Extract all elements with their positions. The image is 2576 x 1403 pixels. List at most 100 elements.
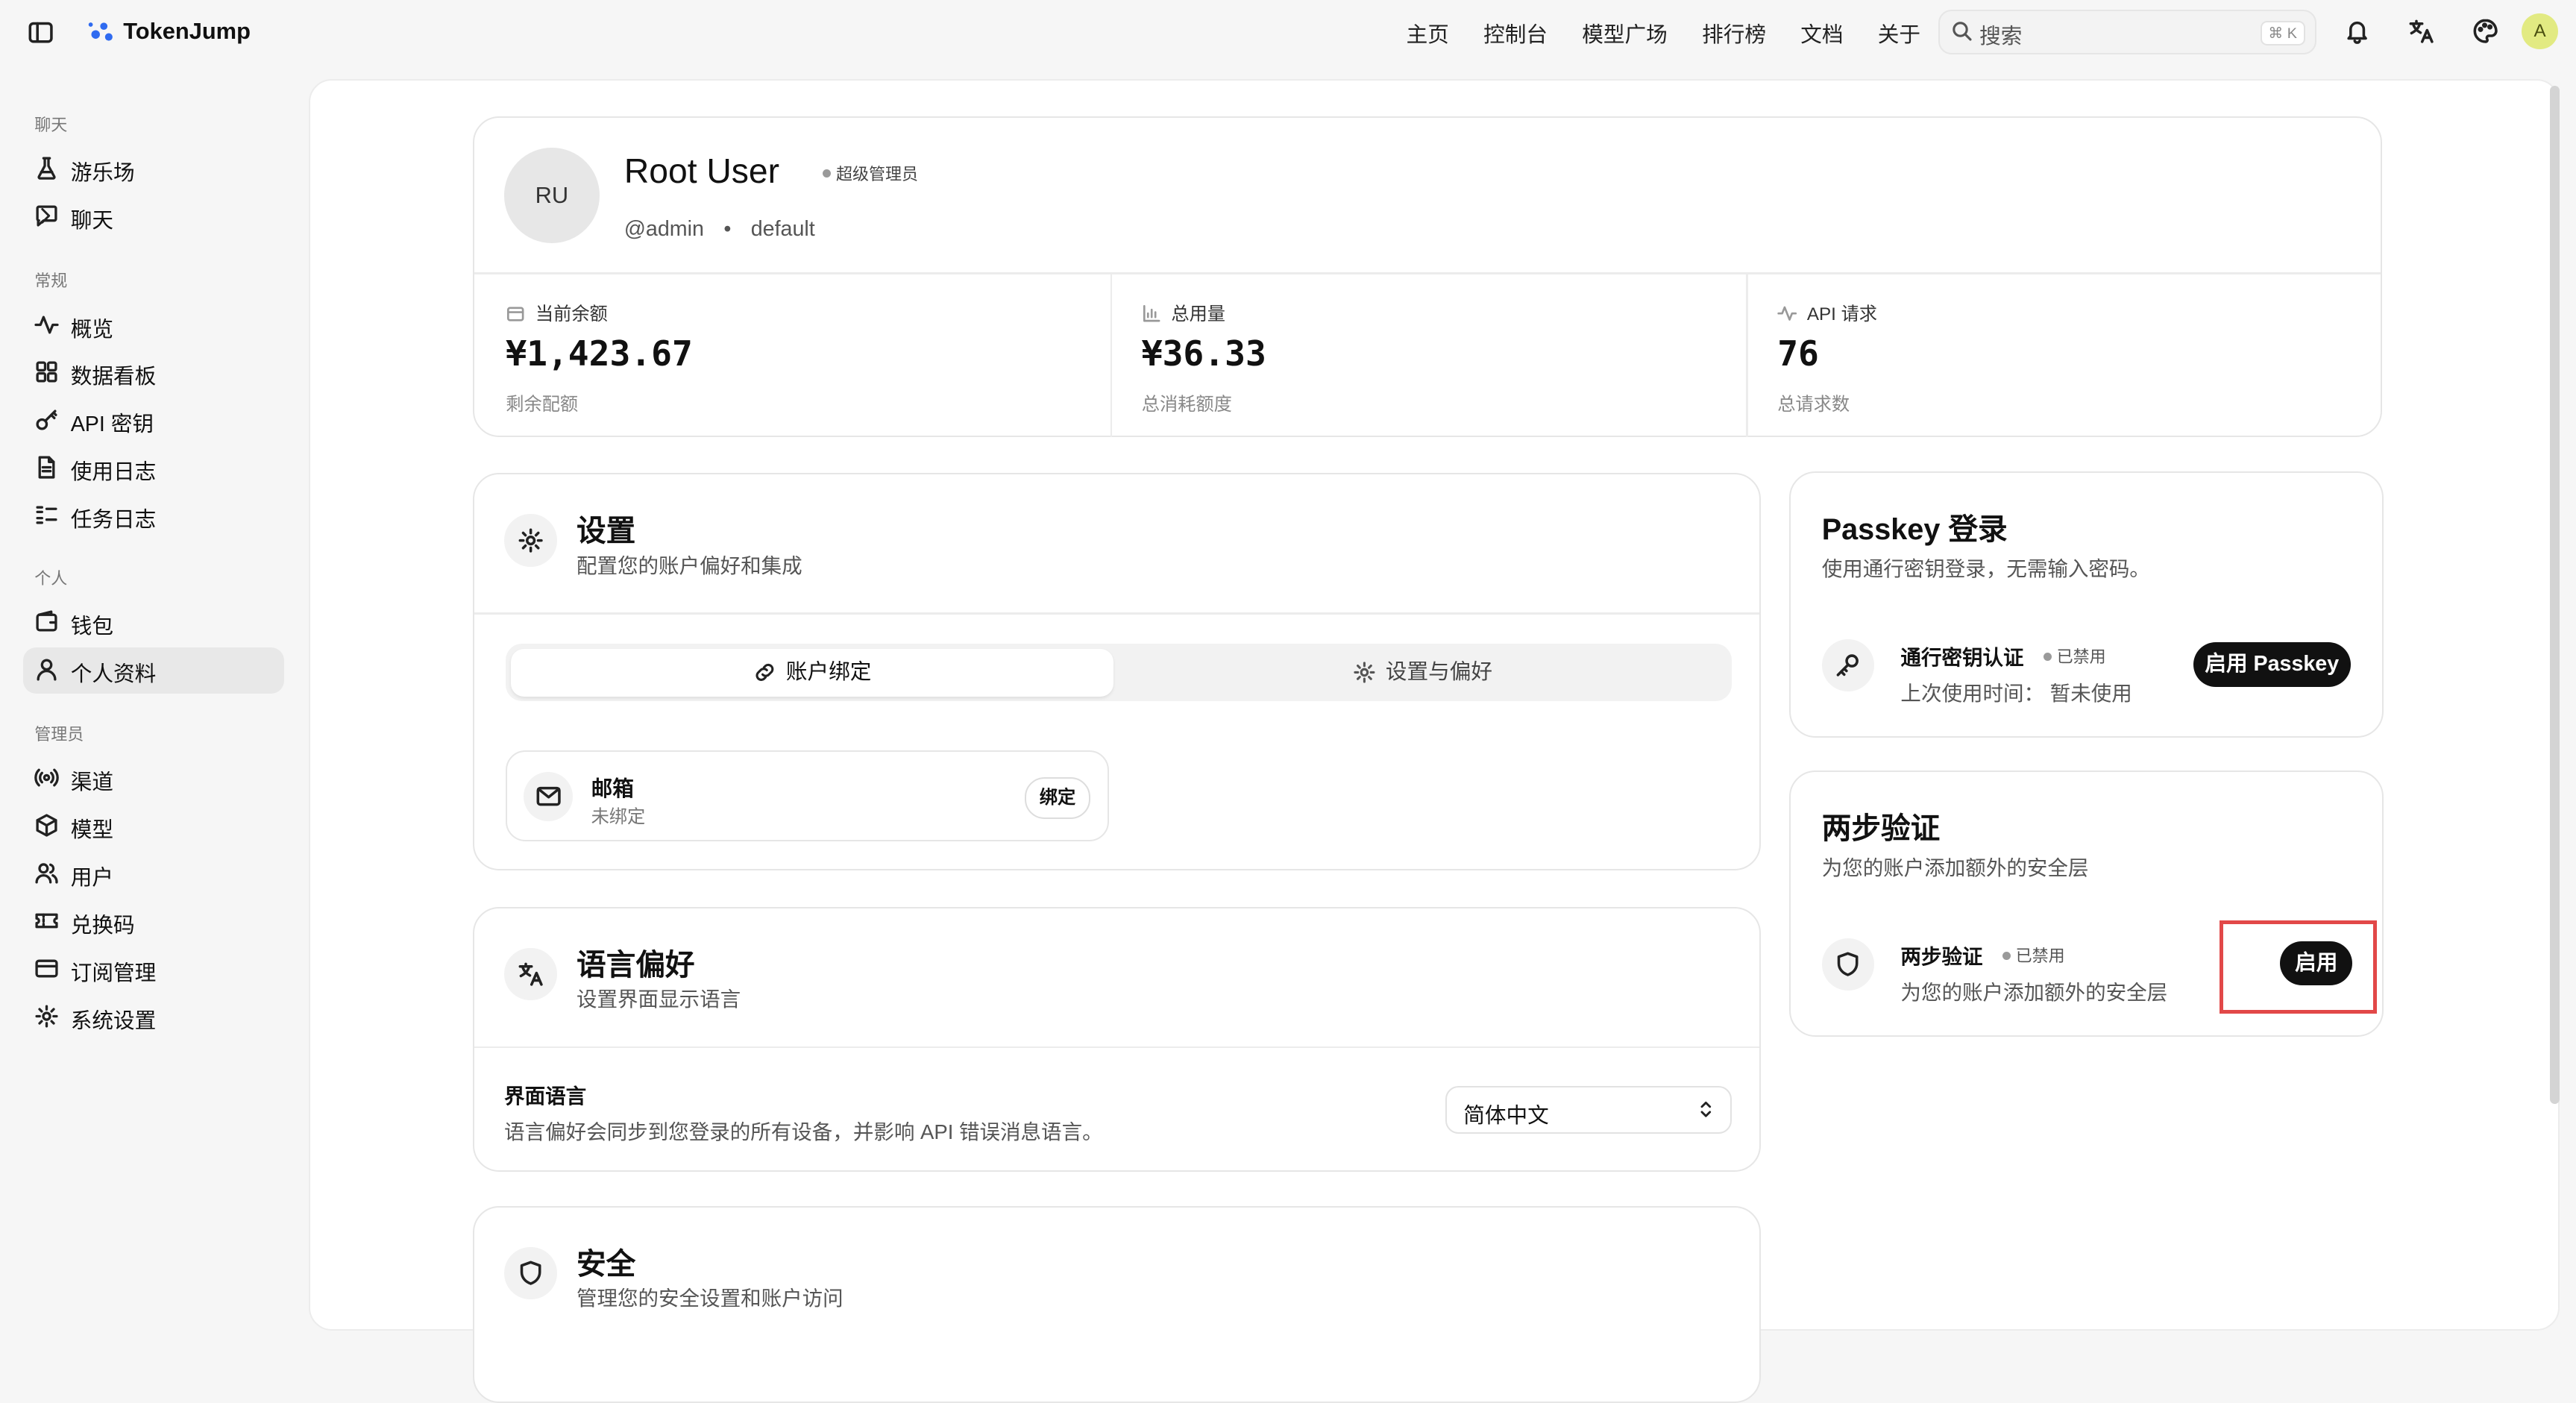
- twofa-title: 两步验证: [1821, 812, 1941, 846]
- translate-icon: [504, 947, 557, 1001]
- sidebar-item-system-settings[interactable]: 系统设置: [23, 994, 284, 1041]
- nav-model-square[interactable]: 模型广场: [1582, 18, 1668, 48]
- passkey-card: Passkey 登录 使用通行密钥登录，无需输入密码。 通行密钥认证 已禁用 上…: [1788, 471, 2384, 738]
- gear-icon: [504, 514, 557, 567]
- profile-meta-separator: •: [723, 216, 732, 241]
- translate-icon[interactable]: [2408, 18, 2434, 44]
- palette-icon[interactable]: [2472, 18, 2498, 44]
- profile-username: @admin: [623, 216, 704, 241]
- tab-settings-preferences[interactable]: 设置与偏好: [1119, 649, 1727, 697]
- sidebar-item-label: 订阅管理: [70, 961, 157, 985]
- settings-title: 设置: [576, 515, 636, 548]
- ui-language-desc: 语言偏好会同步到您登录的所有设备，并影响 API 错误消息语言。: [504, 1120, 1103, 1144]
- sidebar-group-chat: 聊天: [34, 115, 68, 134]
- user-avatar[interactable]: A: [2522, 13, 2558, 50]
- stat-label: 总用量: [1171, 304, 1226, 324]
- activity-icon: [1777, 306, 1797, 321]
- sidebar-item-profile[interactable]: 个人资料: [22, 647, 285, 694]
- sidebar-item-label: 兑换码: [70, 914, 135, 938]
- sidebar-item-label: API 密钥: [70, 412, 154, 437]
- stat-label: 当前余额: [535, 304, 608, 324]
- language-title: 语言偏好: [576, 948, 695, 982]
- key-icon: [1821, 638, 1875, 692]
- sidebar-toggle-icon[interactable]: [28, 19, 54, 45]
- key-icon: [36, 409, 57, 430]
- stat-total-usage: 总用量 ¥36.33 总消耗额度: [1110, 274, 1746, 437]
- sidebar-item-usage-logs[interactable]: 使用日志: [23, 445, 284, 492]
- profile-avatar: RU: [504, 148, 600, 243]
- brand-logo-icon: [86, 16, 116, 46]
- nav-home[interactable]: 主页: [1407, 18, 1449, 48]
- stat-sub: 总请求数: [1777, 394, 1850, 415]
- settings-card: 设置 配置您的账户偏好和集成 账户绑定 设置与偏好 邮箱 未绑定 绑定: [473, 473, 1762, 871]
- sidebar-item-label: 数据看板: [70, 365, 157, 389]
- sidebar-item-label: 用户: [70, 866, 113, 891]
- twofa-item-desc: 为您的账户添加额外的安全层: [1900, 981, 2168, 1005]
- profile-card: RU Root User 超级管理员 @admin • default 当前余额 ¥…: [473, 116, 2383, 437]
- sidebar-group-admin: 管理员: [34, 725, 84, 744]
- tab-label: 设置与偏好: [1385, 659, 1492, 684]
- sidebar-item-channels[interactable]: 渠道: [23, 756, 284, 802]
- gear-icon: [35, 1005, 58, 1028]
- section-divider: [474, 1046, 1760, 1049]
- search-input[interactable]: 搜索 ⌘ K: [1938, 10, 2316, 54]
- stat-balance: 当前余额 ¥1,423.67 剩余配额: [474, 274, 1110, 437]
- sidebar-item-overview[interactable]: 概览: [23, 302, 284, 348]
- passkey-item-title: 通行密钥认证: [1900, 645, 2024, 669]
- tab-label: 账户绑定: [785, 659, 872, 684]
- security-card: 安全 管理您的安全设置和账户访问: [473, 1205, 1762, 1403]
- settings-desc: 配置您的账户偏好和集成: [576, 553, 802, 577]
- chevron-updown-icon: [1700, 1102, 1712, 1117]
- top-bar: TokenJump 主页 控制台 模型广场 排行榜 文档 关于 搜索 ⌘ K A: [0, 0, 2576, 66]
- sidebar-item-users[interactable]: 用户: [23, 851, 284, 897]
- sidebar-item-label: 使用日志: [70, 460, 157, 485]
- passkey-status-label: 已禁用: [2056, 647, 2106, 667]
- section-divider: [474, 612, 1760, 615]
- sidebar-item-api-keys[interactable]: API 密钥: [23, 398, 284, 444]
- sidebar-item-redeem-codes[interactable]: 兑换码: [23, 899, 284, 945]
- nav-docs[interactable]: 文档: [1800, 18, 1843, 48]
- stat-api-requests: API 请求 76 总请求数: [1746, 274, 2381, 437]
- email-binding-card: 邮箱 未绑定 绑定: [506, 750, 1109, 841]
- file-icon: [38, 456, 55, 479]
- language-select[interactable]: 简体中文: [1445, 1085, 1732, 1134]
- nav-console[interactable]: 控制台: [1483, 18, 1548, 48]
- search-icon: [1950, 19, 1973, 43]
- scrollbar[interactable]: [2549, 85, 2560, 1105]
- sidebar-item-label: 概览: [70, 317, 113, 342]
- mail-icon: [524, 771, 574, 821]
- sidebar-item-wallet[interactable]: 钱包: [23, 600, 284, 646]
- shield-icon: [1821, 938, 1875, 991]
- nav-leaderboard[interactable]: 排行榜: [1702, 18, 1766, 48]
- tab-account-binding[interactable]: 账户绑定: [510, 648, 1114, 697]
- sidebar-item-label: 模型: [70, 818, 113, 843]
- profile-group: default: [750, 216, 815, 241]
- activity-icon: [34, 316, 59, 334]
- stat-sub: 剩余配额: [506, 394, 579, 415]
- nav-about[interactable]: 关于: [1878, 18, 1920, 48]
- card-icon: [35, 959, 58, 978]
- sidebar: 聊天 游乐场 聊天 常规 概览 数据看板 API 密钥 使用日志 任务日志 个人…: [0, 66, 309, 1302]
- stat-value: ¥36.33: [1141, 333, 1266, 374]
- enable-passkey-button[interactable]: 启用 Passkey: [2193, 642, 2351, 687]
- bind-email-button[interactable]: 绑定: [1025, 776, 1090, 820]
- search-shortcut: ⌘ K: [2260, 21, 2305, 45]
- sidebar-item-dashboard[interactable]: 数据看板: [23, 350, 284, 396]
- wallet-icon: [507, 307, 524, 321]
- passkey-last-used: 上次使用时间： 暂未使用: [1900, 682, 2132, 706]
- sidebar-item-subscriptions[interactable]: 订阅管理: [23, 947, 284, 993]
- role-badge: 超级管理员: [823, 161, 918, 185]
- wallet-icon: [36, 610, 57, 632]
- brand-name[interactable]: TokenJump: [123, 18, 251, 45]
- sidebar-item-label: 游乐场: [70, 161, 135, 186]
- sidebar-item-playground[interactable]: 游乐场: [23, 146, 284, 192]
- sidebar-item-chat[interactable]: 聊天: [23, 194, 284, 240]
- stat-label: API 请求: [1806, 304, 1878, 324]
- bell-icon[interactable]: [2344, 18, 2370, 45]
- passkey-status-badge: 已禁用: [2043, 644, 2106, 668]
- user-icon: [37, 659, 57, 681]
- sidebar-item-models[interactable]: 模型: [23, 803, 284, 850]
- email-title: 邮箱: [591, 776, 634, 801]
- sidebar-item-task-logs[interactable]: 任务日志: [23, 493, 284, 539]
- users-icon: [35, 863, 58, 884]
